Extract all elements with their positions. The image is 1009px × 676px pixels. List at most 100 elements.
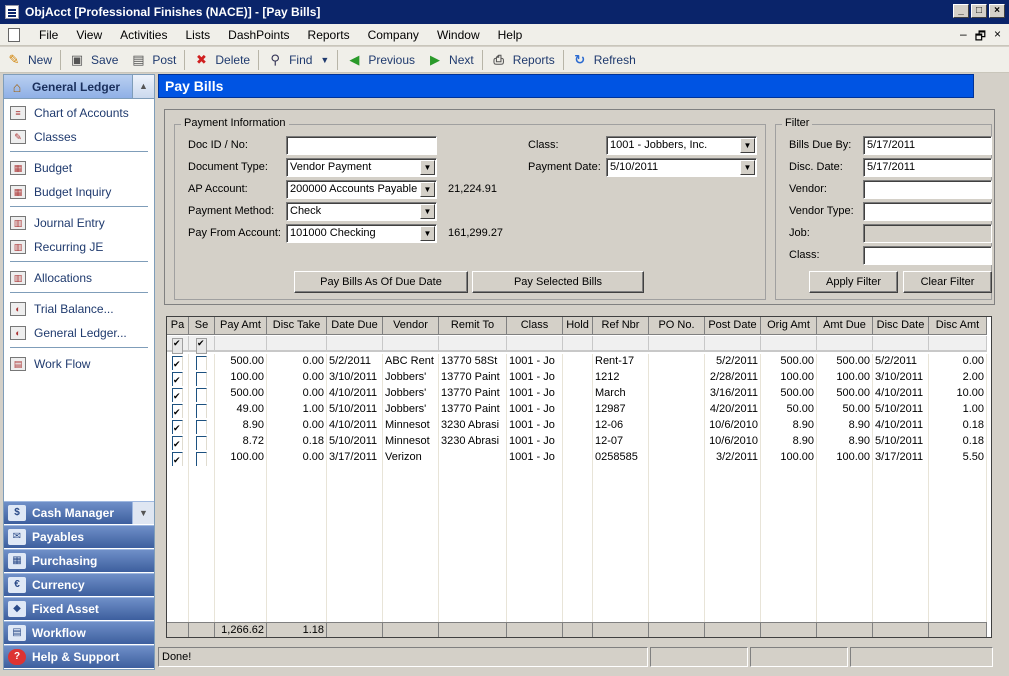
cell-class[interactable]: 1001 - Jo [507,354,563,370]
column-header-vendor[interactable]: Vendor [383,317,439,335]
sidebar-item-chart-of-accounts[interactable]: ≡ Chart of Accounts [4,101,154,125]
select-checkbox-cell[interactable] [189,354,215,370]
cell-disc-amt[interactable]: 1.00 [929,402,987,418]
class-select[interactable]: 1001 - Jobbers, Inc. ▼ [606,136,757,155]
close-button[interactable]: × [989,4,1005,18]
cell-post-date[interactable]: 5/2/2011 [705,354,761,370]
sidebar-item-classes[interactable]: ✎ Classes [4,125,154,149]
payment-method-select[interactable]: Check ▼ [286,202,437,221]
cell-orig-amt[interactable]: 50.00 [761,402,817,418]
table-row[interactable]: 100.000.003/10/2011Jobbers'13770 Paint10… [167,370,987,386]
select-checkbox[interactable] [196,388,207,402]
reports-button[interactable]: ⎙ Reports [485,49,561,71]
column-header-post-date[interactable]: Post Date [705,317,761,335]
next-button[interactable]: ▶ Next [421,49,480,71]
cell-po-no[interactable] [649,370,705,386]
cell-orig-amt[interactable]: 500.00 [761,386,817,402]
column-header-date-due[interactable]: Date Due [327,317,383,335]
checkbox-icon[interactable] [196,338,207,354]
chevron-down-icon[interactable]: ▼ [420,182,435,197]
cell-disc-date[interactable]: 5/10/2011 [873,434,929,450]
find-button[interactable]: ⚲ Find ▼ [261,49,335,71]
filter-class-input[interactable] [863,246,992,265]
cell-disc-date[interactable]: 3/17/2011 [873,450,929,466]
cell-pay-amt[interactable]: 100.00 [215,450,267,466]
chevron-down-icon[interactable]: ▼ [740,138,755,153]
cell-post-date[interactable]: 10/6/2010 [705,434,761,450]
cell-disc-date[interactable]: 4/10/2011 [873,386,929,402]
cell-disc-take[interactable]: 0.00 [267,370,327,386]
cell-hold[interactable] [563,402,593,418]
previous-button[interactable]: ◀ Previous [340,49,421,71]
pay-checkbox[interactable] [172,388,183,402]
clear-filter-button[interactable]: Clear Filter [903,271,992,293]
cell-pay-amt[interactable]: 100.00 [215,370,267,386]
menu-dashpoints[interactable]: DashPoints [219,28,298,42]
cell-disc-amt[interactable]: 0.00 [929,354,987,370]
cell-disc-date[interactable]: 3/10/2011 [873,370,929,386]
cell-disc-amt[interactable]: 0.18 [929,434,987,450]
cell-class[interactable]: 1001 - Jo [507,402,563,418]
cell-disc-amt[interactable]: 10.00 [929,386,987,402]
cell-date-due[interactable]: 3/10/2011 [327,370,383,386]
pay-checkbox[interactable] [172,404,183,418]
select-checkbox-cell[interactable] [189,418,215,434]
column-header-disc-date[interactable]: Disc Date [873,317,929,335]
filter-cell-date-due[interactable] [327,336,383,352]
cell-post-date[interactable]: 2/28/2011 [705,370,761,386]
sidebar-item-work-flow[interactable]: ▤ Work Flow [4,352,154,376]
cell-post-date[interactable]: 3/16/2011 [705,386,761,402]
filter-cell-post-date[interactable] [705,336,761,352]
module-payables[interactable]: ✉ Payables [4,525,154,548]
table-row[interactable]: 8.900.004/10/2011Minnesot3230 Abrasi1001… [167,418,987,434]
filter-cell-vendor[interactable] [383,336,439,352]
cell-orig-amt[interactable]: 500.00 [761,354,817,370]
cell-orig-amt[interactable]: 8.90 [761,434,817,450]
column-header-pay[interactable]: Pa [167,317,189,335]
cell-vendor[interactable]: Verizon [383,450,439,466]
cell-po-no[interactable] [649,418,705,434]
cell-amt-due[interactable]: 500.00 [817,354,873,370]
column-header-orig-amt[interactable]: Orig Amt [761,317,817,335]
cell-amt-due[interactable]: 500.00 [817,386,873,402]
mdi-restore-button[interactable]: 🗗 [975,27,986,48]
select-checkbox-cell[interactable] [189,434,215,450]
cell-po-no[interactable] [649,450,705,466]
table-row[interactable]: 8.720.185/10/2011Minnesot3230 Abrasi1001… [167,434,987,450]
checkbox-icon[interactable] [172,338,183,354]
general-ledger-header[interactable]: ⌂ General Ledger ▲ [4,75,154,99]
pay-checkbox[interactable] [172,436,183,450]
cell-disc-take[interactable]: 0.00 [267,354,327,370]
cell-remit-to[interactable]: 13770 Paint [439,370,507,386]
menu-window[interactable]: Window [428,28,489,42]
pay-bills-due-button[interactable]: Pay Bills As Of Due Date [294,271,468,293]
column-header-select[interactable]: Se [189,317,215,335]
vendor-type-input[interactable] [863,202,992,221]
menu-file[interactable]: File [30,28,67,42]
cell-class[interactable]: 1001 - Jo [507,450,563,466]
cell-ref-nbr[interactable]: 12987 [593,402,649,418]
collapse-button[interactable]: ▲ [132,75,154,98]
bills-grid[interactable]: Pa Se Pay Amt Disc Take Date Due Vendor Remit … [166,316,992,638]
select-checkbox-cell[interactable] [189,370,215,386]
select-checkbox-cell[interactable] [189,402,215,418]
column-header-disc-amt[interactable]: Disc Amt [929,317,987,335]
chevron-down-icon[interactable]: ▼ [132,502,154,524]
cell-date-due[interactable]: 4/10/2011 [327,386,383,402]
column-header-ref-nbr[interactable]: Ref Nbr [593,317,649,335]
pay-checkbox[interactable] [172,356,183,370]
cell-disc-take[interactable]: 1.00 [267,402,327,418]
cell-date-due[interactable]: 3/17/2011 [327,450,383,466]
cell-hold[interactable] [563,354,593,370]
pay-checkbox-cell[interactable] [167,434,189,450]
module-currency[interactable]: € Currency [4,573,154,596]
cell-po-no[interactable] [649,354,705,370]
module-purchasing[interactable]: ▦ Purchasing [4,549,154,572]
table-row[interactable]: 500.000.005/2/2011ABC Rent13770 58St1001… [167,354,987,370]
minimize-button[interactable]: _ [953,4,969,18]
document-type-select[interactable]: Vendor Payment ▼ [286,158,437,177]
select-checkbox[interactable] [196,356,207,370]
pay-checkbox[interactable] [172,420,183,434]
table-row[interactable]: 49.001.005/10/2011Jobbers'13770 Paint100… [167,402,987,418]
cell-class[interactable]: 1001 - Jo [507,434,563,450]
